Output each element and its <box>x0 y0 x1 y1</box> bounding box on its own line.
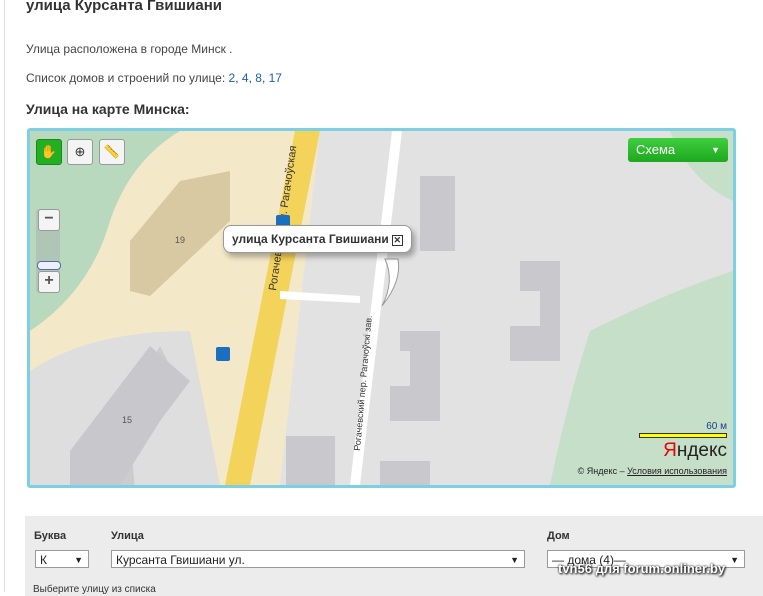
house-link[interactable]: 17 <box>269 71 282 85</box>
building-label: 15 <box>122 415 132 425</box>
map-heading: Улица на карте Минска: <box>26 101 190 117</box>
zoom-out-button[interactable]: − <box>38 209 60 231</box>
hand-tool-button[interactable]: ✋ <box>36 139 62 165</box>
chevron-down-icon: ▼ <box>711 145 720 155</box>
form-hint: Выберите улицу из списка <box>33 584 156 595</box>
house-link[interactable]: 8 <box>255 71 262 85</box>
left-border <box>4 0 5 592</box>
ruler-icon: 📏 <box>103 144 121 159</box>
terms-link[interactable]: Условия использования <box>627 466 727 476</box>
map-layer-dropdown[interactable]: Схема ▼ <box>628 138 728 162</box>
page-title: улица Курсанта Гвишиани <box>26 0 222 14</box>
location-text: Улица расположена в городе Минск . <box>26 42 233 56</box>
letter-select[interactable]: К ▼ <box>35 550 89 568</box>
chevron-down-icon: ▼ <box>74 555 83 565</box>
watermark: tvn56 для forum.onliner.by <box>558 561 726 576</box>
map-canvas: 19 15 Рогачевская ул. Рагачоўская Рогаче… <box>30 131 733 485</box>
zoom-area-button[interactable]: ⊕ <box>67 139 93 165</box>
houses-list: Список домов и строений по улице: 2, 4, … <box>26 71 282 85</box>
chevron-down-icon: ▼ <box>510 555 519 565</box>
bus-stop-icon[interactable] <box>216 347 230 361</box>
house-link[interactable]: 4 <box>242 71 249 85</box>
address-form: Буква К ▼ Улица Курсанта Гвишиани ул. ▼ До… <box>25 516 763 596</box>
chevron-down-icon: ▼ <box>730 555 739 565</box>
house-link[interactable]: 2 <box>229 71 236 85</box>
zoom-in-button[interactable]: + <box>38 271 60 293</box>
zoom-slider[interactable]: − + <box>36 209 61 293</box>
map-scale: 60 м <box>639 421 727 438</box>
street-select[interactable]: Курсанта Гвишиани ул. ▼ <box>111 550 525 568</box>
building-label: 19 <box>175 235 185 245</box>
map-balloon: улица Курсанта Гвишиани ✕ <box>223 225 412 253</box>
house-label: Дом <box>547 530 570 542</box>
map-copyright: © Яндекс – Условия использования <box>577 466 727 476</box>
street-label: Улица <box>111 530 144 542</box>
zoom-area-icon: ⊕ <box>74 144 86 159</box>
letter-label: Буква <box>34 530 67 542</box>
yandex-logo: Яндекс <box>663 440 727 461</box>
map[interactable]: 19 15 Рогачевская ул. Рагачоўская Рогаче… <box>27 128 736 488</box>
close-icon[interactable]: ✕ <box>391 235 403 246</box>
ruler-button[interactable]: 📏 <box>99 139 125 165</box>
hand-icon: ✋ <box>40 144 58 159</box>
zoom-thumb[interactable] <box>37 261 61 270</box>
